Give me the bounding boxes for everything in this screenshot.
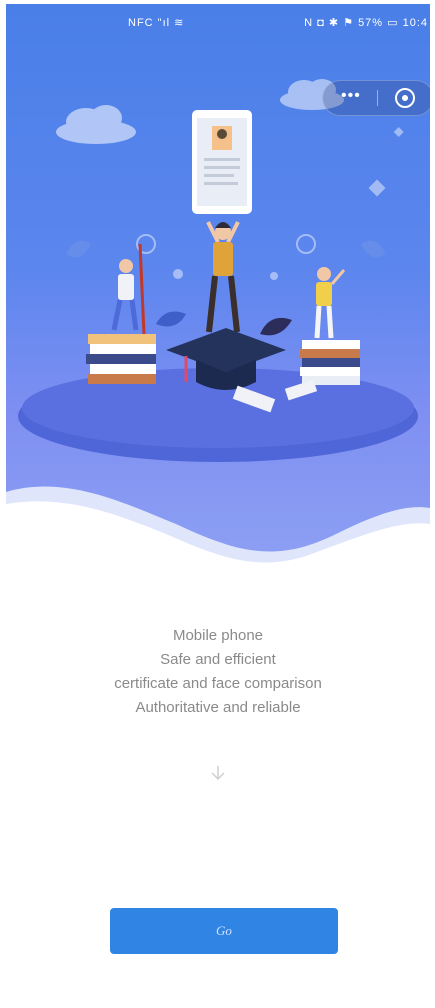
miniprogram-capsule[interactable]: ••• xyxy=(322,80,430,116)
record-target-icon[interactable] xyxy=(395,88,415,108)
book-stack-illustration xyxy=(86,334,156,384)
status-system: N ◘ ✱ ⚑ 57% ▭ 10:4 xyxy=(304,17,428,29)
intro-text: Mobile phone Safe and efficient certific… xyxy=(6,624,430,720)
intro-line: certificate and face comparison xyxy=(114,675,322,692)
intro-line: Safe and efficient xyxy=(160,651,276,668)
status-bar: NFC "ıl ≋ N ◘ ✱ ⚑ 57% ▭ 10:4 xyxy=(6,4,430,40)
cloud-icon xyxy=(56,105,136,144)
arrow-down-icon xyxy=(209,764,227,782)
person-illustration xyxy=(111,243,146,335)
intro-line: Authoritative and reliable xyxy=(135,699,301,716)
go-button[interactable]: Go xyxy=(110,908,338,954)
phone-screen: NFC "ıl ≋ N ◘ ✱ ⚑ 57% ▭ 10:4 ••• Mobile … xyxy=(6,4,430,1006)
person-illustration xyxy=(206,221,240,333)
phone-id-card-illustration xyxy=(192,110,252,214)
status-network: NFC "ıl ≋ xyxy=(128,17,185,29)
hero-illustration-area: NFC "ıl ≋ N ◘ ✱ ⚑ 57% ▭ 10:4 ••• xyxy=(6,4,430,584)
capsule-divider xyxy=(377,90,378,106)
intro-line: Mobile phone xyxy=(172,627,264,644)
person-illustration xyxy=(314,267,346,339)
more-dots-icon[interactable]: ••• xyxy=(341,87,361,105)
book-stack-illustration xyxy=(300,340,360,385)
